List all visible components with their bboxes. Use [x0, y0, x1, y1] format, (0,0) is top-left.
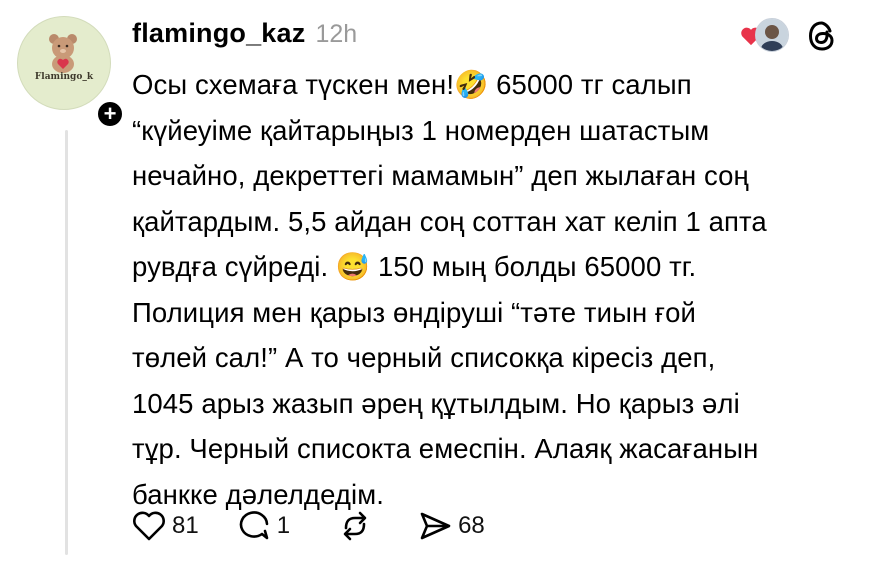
author-avatar-container[interactable]: Flamingo_k +	[17, 16, 125, 129]
teddy-bear-icon	[49, 34, 77, 73]
repost-button[interactable]	[338, 510, 372, 542]
post-actions: 81 1 68	[132, 508, 485, 544]
heart-outline-icon	[133, 511, 165, 541]
avatar-text: Flamingo_k	[34, 72, 94, 82]
avatar[interactable]: Flamingo_k	[17, 16, 111, 110]
person-icon	[756, 19, 788, 51]
share-count: 68	[458, 512, 485, 539]
thread-line	[65, 130, 68, 555]
post-header: flamingo_kaz 12h	[132, 18, 357, 58]
reply-button[interactable]: 1	[237, 510, 290, 542]
reply-count: 1	[276, 512, 291, 539]
repost-icon	[343, 511, 367, 541]
like-button[interactable]: 81	[132, 510, 199, 542]
reactor-avatar	[755, 18, 789, 52]
paper-plane-icon	[420, 512, 451, 540]
username[interactable]: flamingo_kaz	[132, 18, 305, 49]
like-count: 81	[172, 512, 199, 539]
follow-button[interactable]: +	[95, 99, 125, 129]
speech-bubble-icon	[239, 511, 269, 540]
reactions-indicator[interactable]	[740, 18, 790, 54]
share-button[interactable]: 68	[418, 510, 485, 542]
threads-logo-icon[interactable]	[806, 20, 838, 52]
post-text: Осы схемаға түскен мен!🤣 65000 тг салып …	[132, 69, 767, 510]
post-time: 12h	[315, 20, 358, 48]
